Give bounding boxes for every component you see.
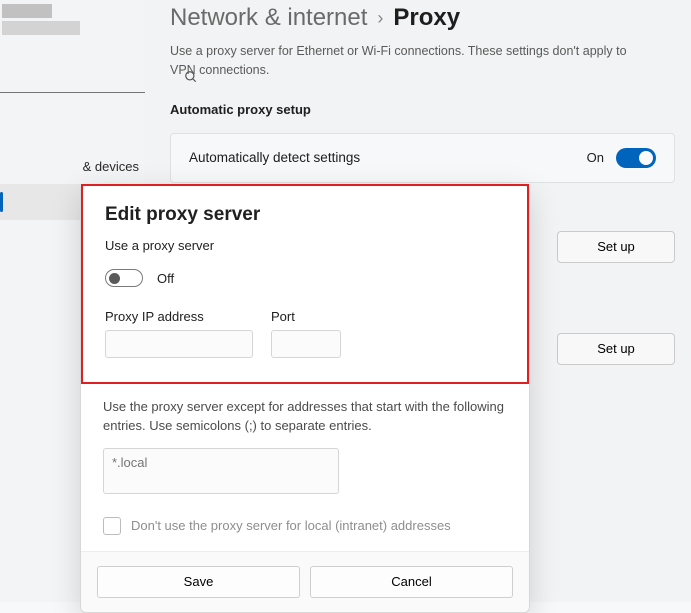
modal-title: Edit proxy server xyxy=(105,204,505,226)
toggle-state-label: Off xyxy=(157,271,174,286)
bypass-local-label: Don't use the proxy server for local (in… xyxy=(131,518,451,533)
exceptions-input[interactable] xyxy=(103,448,339,494)
cancel-button[interactable]: Cancel xyxy=(310,566,513,598)
edit-proxy-modal: Edit proxy server Use a proxy server Off… xyxy=(80,185,530,613)
ip-label: Proxy IP address xyxy=(105,309,253,324)
proxy-port-input[interactable] xyxy=(271,330,341,358)
highlight-box: Edit proxy server Use a proxy server Off… xyxy=(81,184,529,384)
use-proxy-toggle[interactable] xyxy=(105,269,143,287)
use-proxy-label: Use a proxy server xyxy=(105,238,505,253)
modal-footer: Save Cancel xyxy=(81,551,529,612)
port-label: Port xyxy=(271,309,341,324)
save-button[interactable]: Save xyxy=(97,566,300,598)
proxy-ip-input[interactable] xyxy=(105,330,253,358)
exceptions-help: Use the proxy server except for addresse… xyxy=(103,398,507,436)
bypass-local-checkbox[interactable] xyxy=(103,517,121,535)
